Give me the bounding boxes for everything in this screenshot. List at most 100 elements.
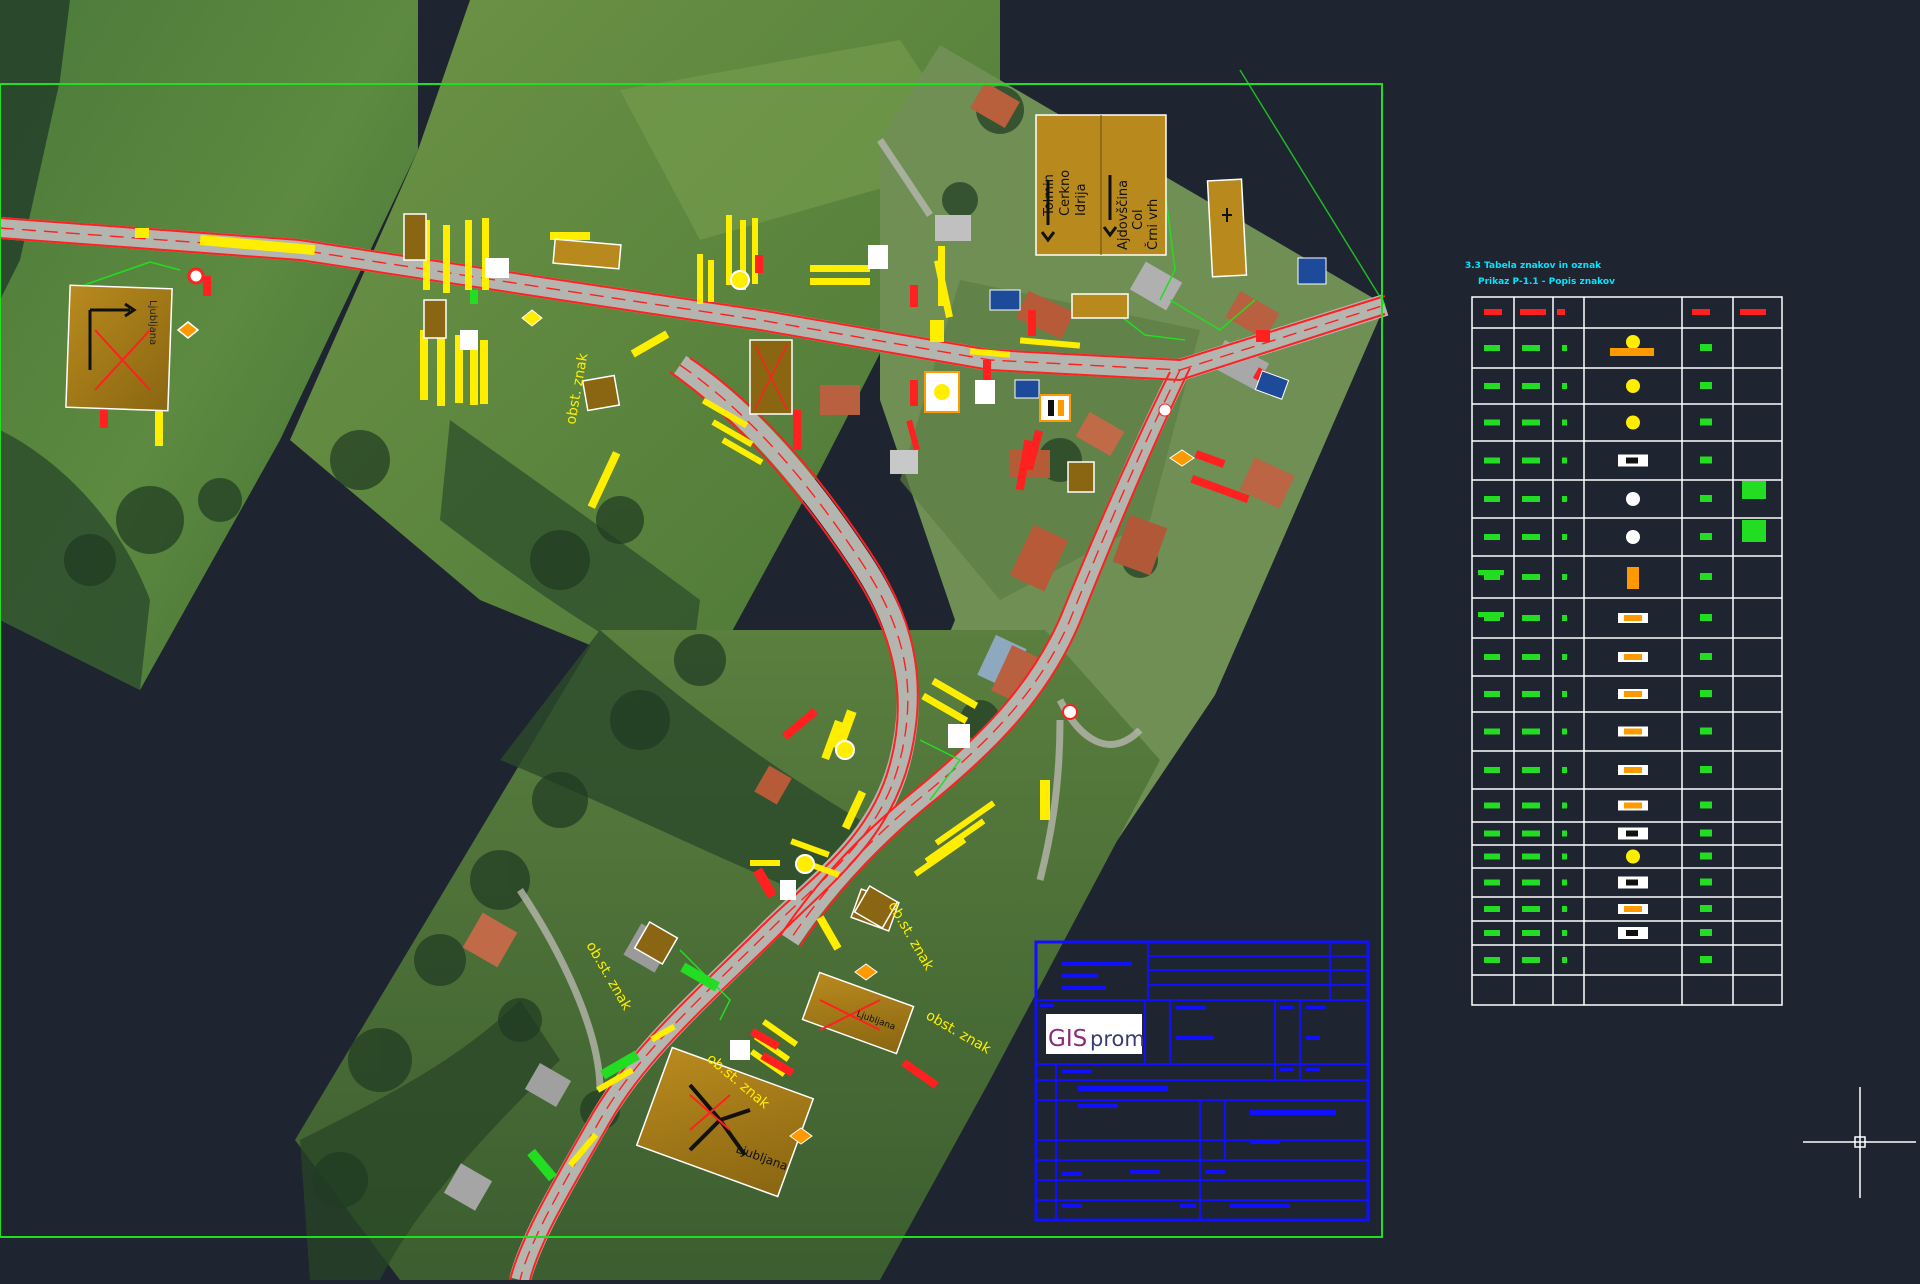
legend-header-mark xyxy=(1520,309,1546,315)
legend-symbol xyxy=(1626,530,1640,544)
title-block[interactable]: GIS prom xyxy=(1034,940,1370,1222)
legend-cell-mark xyxy=(1700,418,1712,426)
legend-cell-mark xyxy=(1484,853,1500,860)
legend-cell-mark xyxy=(1562,728,1567,735)
legend-symbol-inner xyxy=(1626,930,1638,936)
direction-sign-top-left-3: Idrija xyxy=(1074,183,1089,216)
legend-cell-mark xyxy=(1700,614,1712,621)
legend-cell-mark xyxy=(1562,457,1567,464)
legend-symbol xyxy=(1626,415,1640,430)
legend-cell-mark xyxy=(1700,382,1712,389)
legend-cell-mark xyxy=(1522,853,1540,860)
legend-cell-mark xyxy=(1522,767,1540,773)
gisprom-logo-gis: GIS xyxy=(1048,1026,1087,1052)
legend-cell-mark xyxy=(1522,615,1540,621)
legend-symbol-inner xyxy=(1626,457,1638,464)
legend-title: 3.3 Tabela znakov in oznak xyxy=(1465,261,1602,271)
legend-symbol-inner xyxy=(1626,830,1638,837)
crosshair-cursor-icon xyxy=(1803,1087,1916,1198)
legend-cell-mark xyxy=(1562,957,1567,963)
legend-cell-mark xyxy=(1484,654,1500,660)
legend-symbol-inner xyxy=(1624,615,1642,621)
legend-cell-mark xyxy=(1522,574,1540,580)
legend-cell-mark xyxy=(1522,802,1540,809)
legend-cell-mark xyxy=(1484,383,1500,389)
legend-cell-mark xyxy=(1700,653,1712,660)
legend-cell-mark xyxy=(1700,573,1712,580)
legend-cell-mark xyxy=(1522,654,1540,660)
legend-cell-mark xyxy=(1522,906,1540,912)
legend-cell-mark xyxy=(1700,801,1712,809)
legend-cell-mark xyxy=(1700,852,1712,860)
legend-cell-mark xyxy=(1522,930,1540,936)
legend-cell-mark xyxy=(1700,495,1712,502)
legend-cell-mark xyxy=(1700,456,1712,464)
legend-cell-mark xyxy=(1562,574,1567,580)
direction-sign-top-right-2: Col xyxy=(1131,209,1146,230)
legend-cell-mark xyxy=(1484,419,1500,426)
direction-sign-top-right-1: Ajdovščina xyxy=(1116,180,1131,250)
legend-cell-mark xyxy=(1484,830,1500,837)
legend-green-block xyxy=(1742,520,1766,542)
cad-drawing-canvas[interactable]: Ljubljana Tolmin Cerkno Idrija Ajdovščin… xyxy=(0,0,1920,1283)
legend-subtitle: Prikaz P-1.1 - Popis znakov xyxy=(1478,277,1615,287)
legend-symbol xyxy=(1626,379,1640,393)
legend-cell-mark xyxy=(1562,767,1567,773)
legend-symbol-inner xyxy=(1624,728,1642,735)
legend-cell-mark xyxy=(1700,929,1712,936)
legend-cell-mark xyxy=(1562,830,1567,837)
legend-cell-mark xyxy=(1484,767,1500,773)
legend-symbol-inner xyxy=(1624,691,1642,697)
legend-cell-mark xyxy=(1522,345,1540,351)
legend-cell-mark xyxy=(1522,691,1540,697)
legend-cell-mark xyxy=(1522,534,1540,540)
legend-cell-mark xyxy=(1522,957,1540,963)
legend[interactable]: 3.3 Tabela znakov in oznak Prikaz P-1.1 … xyxy=(1465,261,1783,1006)
legend-cell-mark xyxy=(1700,878,1712,886)
direction-sign-top-left-1: Tolmin xyxy=(1042,174,1057,217)
legend-cell-mark xyxy=(1562,615,1567,621)
legend-symbol-inner xyxy=(1624,802,1642,809)
legend-cell-mark xyxy=(1484,957,1500,963)
legend-symbol xyxy=(1626,492,1640,506)
legend-symbol xyxy=(1626,335,1640,349)
gisprom-logo-prom: prom xyxy=(1090,1027,1145,1051)
legend-cell-mark xyxy=(1562,345,1567,351)
legend-cell-mark xyxy=(1700,344,1712,351)
legend-cell-mark xyxy=(1522,457,1540,464)
legend-cell-mark xyxy=(1700,905,1712,912)
legend-code-mark xyxy=(1478,570,1504,575)
legend-header-mark xyxy=(1484,309,1502,315)
legend-header-mark xyxy=(1740,309,1766,315)
legend-cell-mark xyxy=(1700,956,1712,963)
legend-cell-mark xyxy=(1700,690,1712,697)
legend-cell-mark xyxy=(1484,879,1500,886)
legend-cell-mark xyxy=(1484,691,1500,697)
direction-sign-top: Tolmin Cerkno Idrija Ajdovščina Col Črni… xyxy=(1035,114,1167,256)
legend-symbol-inner xyxy=(1626,879,1638,886)
legend-cell-mark xyxy=(1562,906,1567,912)
legend-cell-mark xyxy=(1700,533,1712,540)
legend-symbol xyxy=(1610,348,1654,356)
legend-cell-mark xyxy=(1562,691,1567,697)
legend-cell-mark xyxy=(1700,766,1712,773)
legend-cell-mark xyxy=(1522,496,1540,502)
legend-cell-mark xyxy=(1484,457,1500,464)
legend-symbol xyxy=(1626,849,1640,864)
legend-cell-mark xyxy=(1562,879,1567,886)
direction-sign-top-right-3: Črni vrh xyxy=(1145,199,1161,250)
legend-cell-mark xyxy=(1562,496,1567,502)
legend-cell-mark xyxy=(1562,853,1567,860)
legend-cell-mark xyxy=(1484,930,1500,936)
legend-cell-mark xyxy=(1562,802,1567,809)
legend-cell-mark xyxy=(1562,534,1567,540)
legend-symbol xyxy=(1627,567,1639,589)
legend-cell-mark xyxy=(1484,728,1500,735)
svg-text:Ljubljana: Ljubljana xyxy=(147,300,158,345)
legend-cell-mark xyxy=(1522,879,1540,886)
legend-cell-mark xyxy=(1562,654,1567,660)
legend-cell-mark xyxy=(1522,830,1540,837)
legend-cell-mark xyxy=(1562,930,1567,936)
direction-sign-top-left-2: Cerkno xyxy=(1058,170,1073,216)
legend-header-mark xyxy=(1557,309,1565,315)
